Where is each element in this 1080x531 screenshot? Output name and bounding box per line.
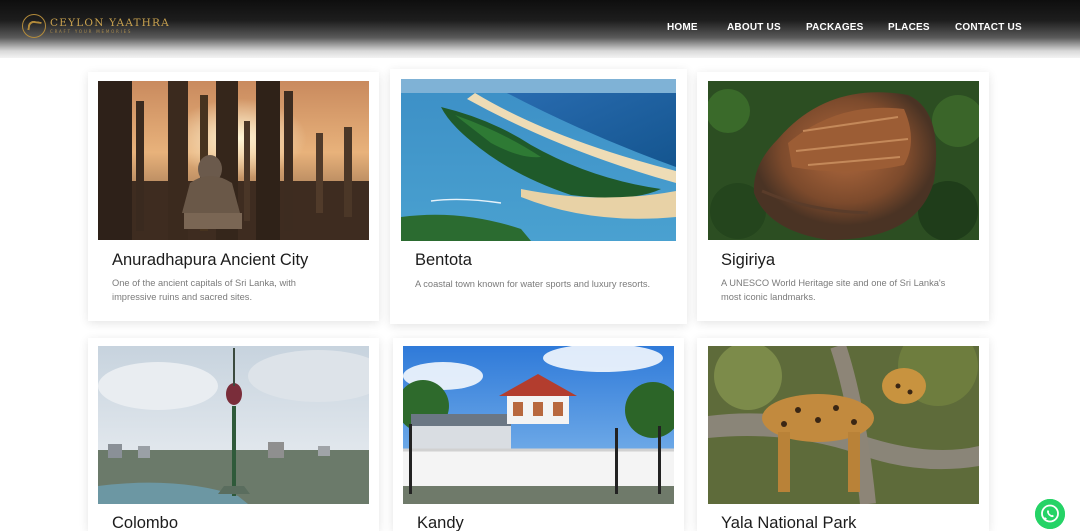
place-title: Colombo bbox=[112, 514, 179, 531]
place-title: Sigiriya bbox=[721, 251, 776, 269]
place-card-sigiriya[interactable]: Sigiriya A UNESCO World Heritage site an… bbox=[697, 72, 989, 321]
whatsapp-chat-button[interactable] bbox=[1035, 499, 1065, 529]
place-card-kandy[interactable]: Kandy bbox=[393, 338, 684, 531]
place-title: Anuradhapura Ancient City bbox=[112, 251, 309, 269]
place-title: Yala National Park bbox=[721, 514, 857, 531]
place-title: Bentota bbox=[415, 251, 472, 269]
place-image-colombo bbox=[98, 346, 369, 504]
place-card-colombo[interactable]: Colombo bbox=[88, 338, 379, 531]
place-card-anuradhapura[interactable]: Anuradhapura Ancient City One of the anc… bbox=[88, 72, 379, 321]
nav-contact-us[interactable]: CONTACT US bbox=[955, 22, 1022, 33]
nav-places[interactable]: PLACES bbox=[888, 22, 930, 33]
site-header: CEYLON YAATHRA CRAFT YOUR MEMORIES HOME … bbox=[0, 0, 1080, 58]
place-image-bentota bbox=[401, 79, 676, 241]
place-image-kandy bbox=[403, 346, 674, 504]
nav-packages[interactable]: PACKAGES bbox=[806, 22, 864, 33]
place-description: A coastal town known for water sports an… bbox=[415, 279, 651, 289]
place-description: A UNESCO World Heritage site and one of … bbox=[721, 278, 946, 302]
main-nav: HOME ABOUT US PACKAGES PLACES CONTACT US bbox=[0, 22, 1080, 36]
place-card-bentota[interactable]: Bentota A coastal town known for water s… bbox=[390, 69, 687, 324]
nav-home[interactable]: HOME bbox=[667, 22, 698, 33]
nav-about-us[interactable]: ABOUT US bbox=[727, 22, 781, 33]
whatsapp-icon bbox=[1035, 499, 1065, 529]
place-image-yala bbox=[708, 346, 979, 504]
place-image-sigiriya bbox=[708, 81, 979, 240]
place-title: Kandy bbox=[417, 514, 464, 531]
place-description: One of the ancient capitals of Sri Lanka… bbox=[112, 278, 296, 302]
place-card-yala[interactable]: Yala National Park bbox=[697, 338, 989, 531]
place-image-anuradhapura bbox=[98, 81, 369, 240]
